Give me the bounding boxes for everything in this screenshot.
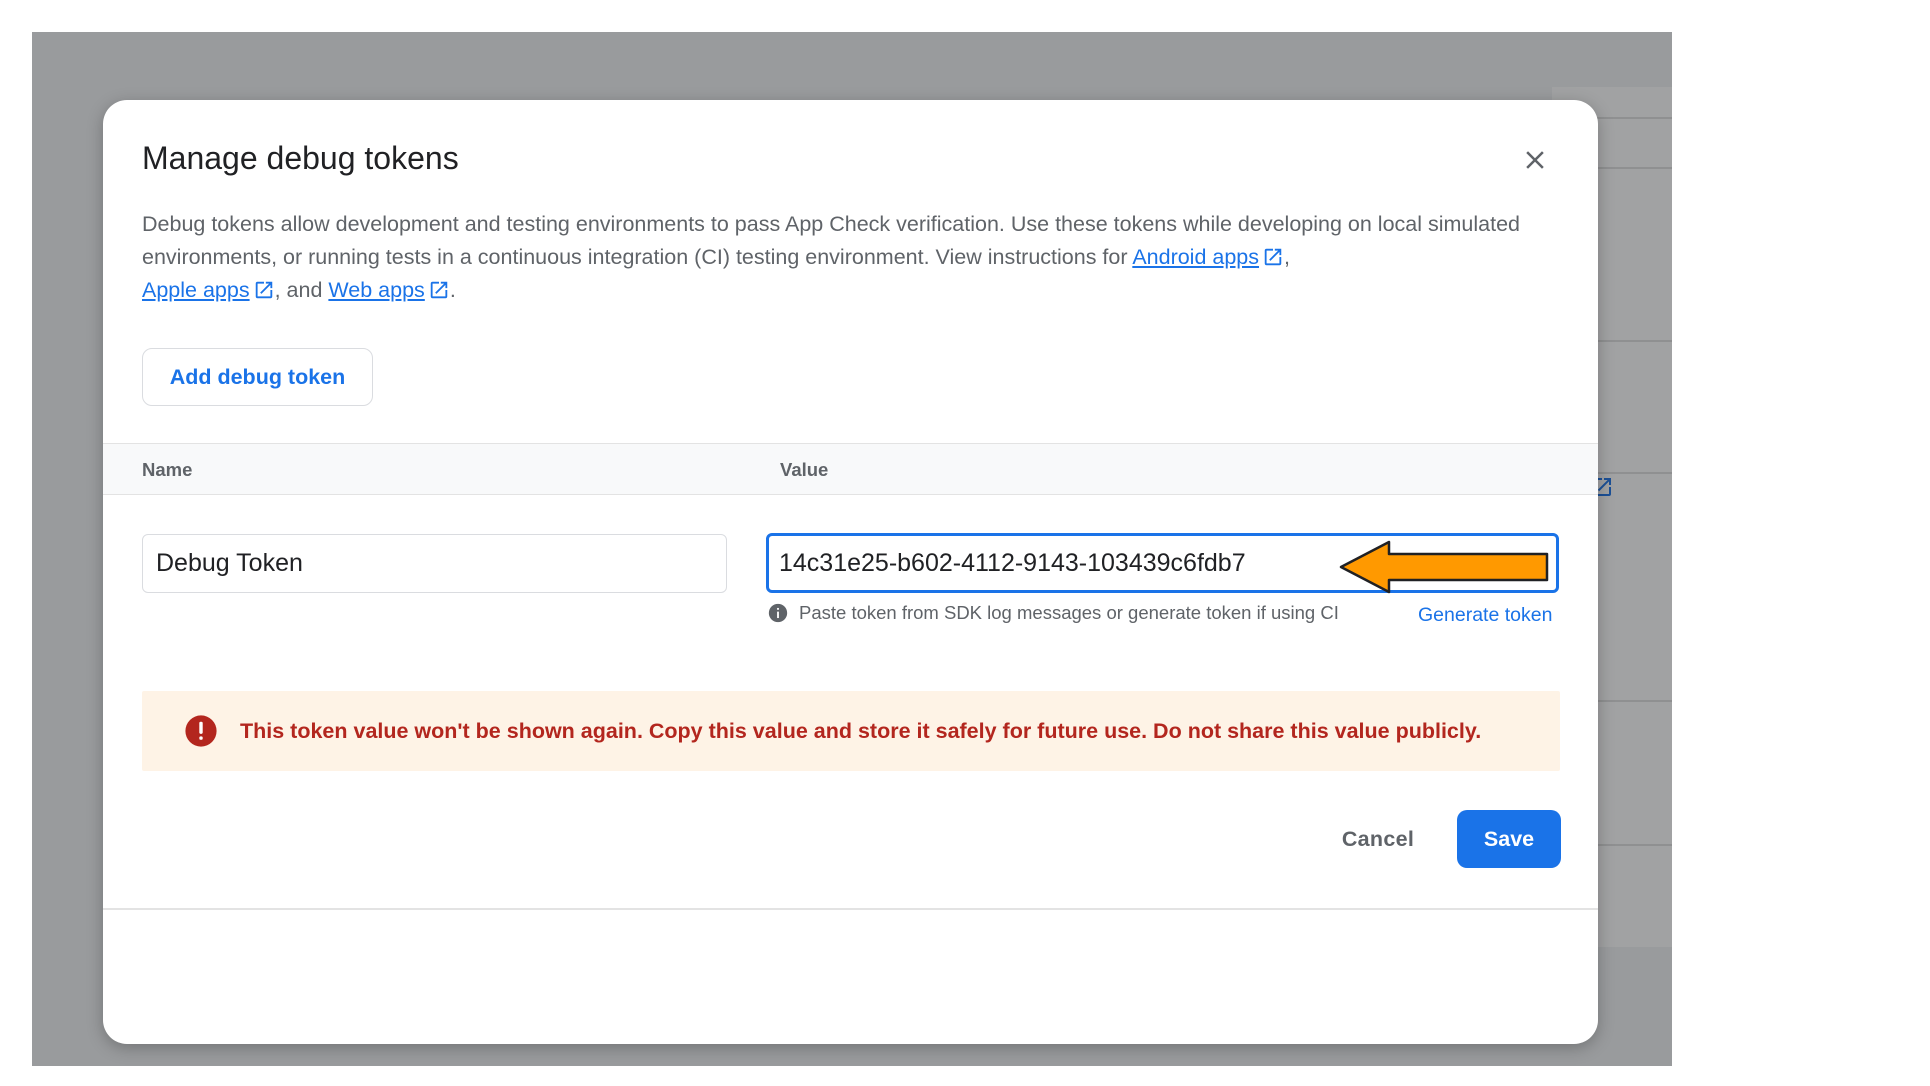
token-value-hint: Paste token from SDK log messages or gen…	[767, 600, 1339, 626]
warning-text: This token value won't be shown again. C…	[240, 718, 1482, 743]
open-in-new-icon[interactable]	[428, 279, 450, 301]
footer-divider	[103, 908, 1598, 910]
separator-comma: ,	[1284, 245, 1290, 269]
save-button[interactable]: Save	[1457, 810, 1561, 868]
description-text: Debug tokens allow development and testi…	[142, 212, 1520, 269]
token-name-field[interactable]	[142, 534, 727, 593]
close-button[interactable]	[1513, 138, 1557, 182]
close-icon	[1526, 151, 1544, 169]
separator-and: , and	[274, 278, 329, 302]
info-icon	[768, 603, 788, 623]
add-debug-token-button[interactable]: Add debug token	[142, 348, 373, 406]
tokens-table-header: Name Value	[103, 443, 1598, 495]
android-apps-link[interactable]: Android apps	[1132, 245, 1259, 269]
column-header-name: Name	[142, 459, 193, 480]
end-period: .	[449, 278, 456, 302]
app-background: Manage debug tokens Debug tokens allow d…	[32, 32, 1672, 1066]
manage-debug-tokens-dialog: Manage debug tokens Debug tokens allow d…	[103, 100, 1598, 1044]
dialog-description: Debug tokens allow development and testi…	[142, 208, 1562, 307]
open-in-new-icon[interactable]	[253, 279, 275, 301]
error-icon	[185, 715, 217, 747]
arrow-left-annotation	[1339, 540, 1549, 594]
generate-token-link[interactable]: Generate token	[1418, 604, 1552, 627]
apple-apps-link[interactable]: Apple apps	[142, 278, 250, 302]
column-header-value: Value	[780, 459, 829, 480]
cancel-button[interactable]: Cancel	[1308, 810, 1448, 868]
warning-banner: This token value won't be shown again. C…	[142, 691, 1560, 771]
dialog-title: Manage debug tokens	[142, 140, 459, 176]
web-apps-link[interactable]: Web apps	[328, 278, 424, 302]
hint-text: Paste token from SDK log messages or gen…	[799, 602, 1339, 623]
open-in-new-icon[interactable]	[1262, 246, 1284, 268]
